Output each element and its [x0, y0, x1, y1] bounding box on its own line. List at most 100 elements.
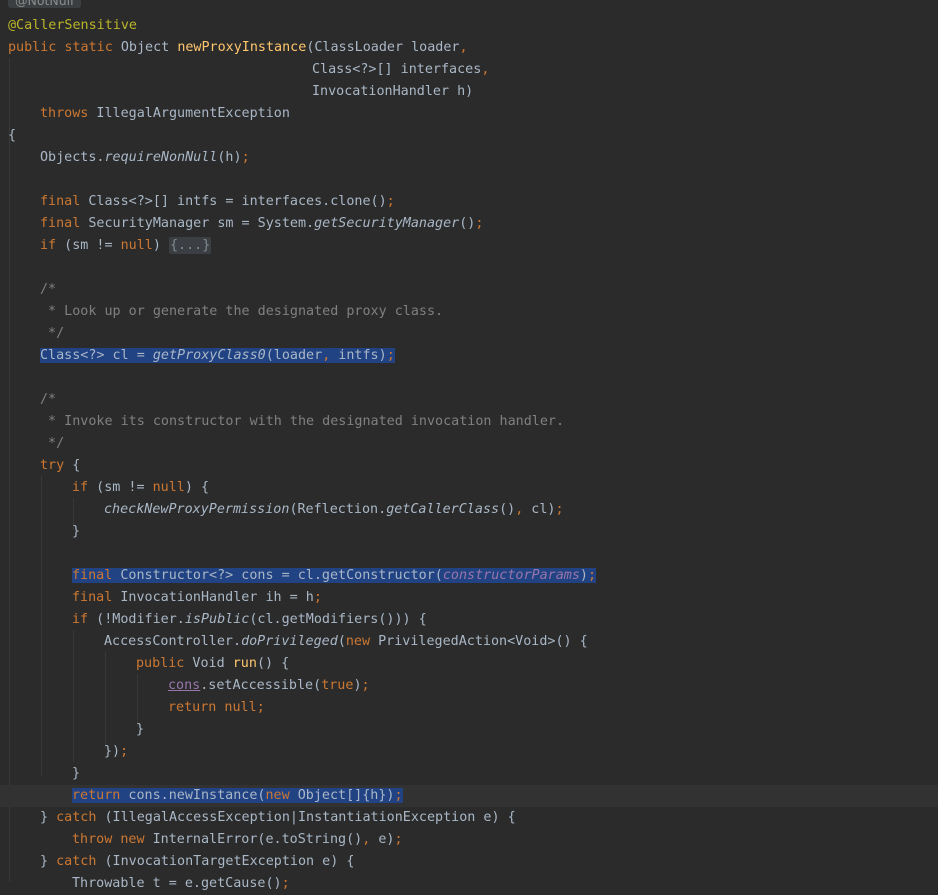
code-token: ) [353, 678, 362, 693]
static-method: checkNewProxyPermission [104, 502, 290, 517]
code-token: (sm != [88, 480, 153, 495]
code-line-13[interactable]: */ [0, 323, 938, 345]
code-line-21[interactable]: } [0, 521, 938, 543]
code-token: cons.newInstance( [120, 788, 266, 803]
code-token: }) [104, 744, 121, 759]
code-token: (ClassLoader loader [306, 40, 460, 55]
code-token: (InvocationTargetException e) { [96, 854, 355, 869]
code-line-15[interactable]: /* [0, 389, 938, 411]
code-token: (IllegalAccessException|InstantiationExc… [96, 810, 516, 825]
keyword: catch [56, 810, 97, 825]
code-line-12[interactable]: * Look up or generate the designated pro… [0, 301, 938, 323]
code-line-1[interactable]: @CallerSensitive [0, 15, 938, 37]
code-line-6[interactable]: { [0, 125, 938, 147]
semicolon: ; [313, 590, 322, 605]
code-line-19[interactable]: if (sm != null) { [0, 477, 938, 499]
code-line-17[interactable]: */ [0, 433, 938, 455]
code-line-20[interactable]: checkNewProxyPermission(Reflection.getCa… [0, 499, 938, 521]
code-token: InvocationHandler h) [312, 84, 474, 99]
keyword: throws [40, 106, 89, 121]
code-line-4[interactable]: InvocationHandler h) [0, 81, 938, 103]
annotation: @CallerSensitive [8, 18, 137, 33]
code-line-7[interactable]: Objects.requireNonNull(h); [0, 147, 938, 169]
code-line-3[interactable]: Class<?>[] interfaces, [0, 59, 938, 81]
code-line-14[interactable]: Class<?> cl = getProxyClass0(loader, int… [0, 345, 938, 367]
comment: /* [40, 392, 57, 407]
keyword: return null [168, 700, 257, 715]
keyword: final [40, 194, 81, 209]
code-token: Object[]{h}) [289, 788, 395, 803]
code-line-11[interactable]: /* [0, 279, 938, 301]
code-line-35[interactable]: } catch (InvocationTargetException e) { [0, 851, 938, 873]
code-line-29[interactable]: } [0, 719, 938, 741]
code-token: } [72, 766, 81, 781]
semicolon: ; [386, 194, 395, 209]
keyword: new [265, 788, 290, 803]
keyword: final [72, 568, 113, 583]
static-method: doPrivileged [241, 634, 338, 649]
code-token: Class<?>[] intfs = interfaces.clone() [80, 194, 387, 209]
code-token: () { [256, 656, 290, 671]
code-token: Void [184, 656, 233, 671]
code-line-30[interactable]: }); [0, 741, 938, 763]
code-editor[interactable]: @NotNull @CallerSensitive public static … [0, 0, 938, 891]
method-name: run [232, 656, 257, 671]
method-name: newProxyInstance [177, 40, 307, 55]
code-line-33[interactable]: } catch (IllegalAccessException|Instanti… [0, 807, 938, 829]
code-token: ) [579, 568, 588, 583]
code-token: InternalError(e.toString() [144, 832, 363, 847]
code-line-36[interactable]: Throwable t = e.getCause(); [0, 873, 938, 895]
code-line-23[interactable]: final InvocationHandler ih = h; [0, 587, 938, 609]
code-token: IllegalArgumentException [88, 106, 290, 121]
code-line-27[interactable]: cons.setAccessible(true); [0, 675, 938, 697]
code-line-22[interactable]: final Constructor<?> cons = cl.getConstr… [0, 565, 938, 587]
code-token: SecurityManager sm = System. [80, 216, 315, 231]
code-line-31[interactable]: } [0, 763, 938, 785]
keyword: null [120, 238, 153, 253]
comment: /* [40, 282, 57, 297]
comment: * Invoke its constructor with the design… [40, 414, 565, 429]
keyword: public [136, 656, 185, 671]
semicolon: ; [394, 788, 403, 803]
code-line-5[interactable]: throws IllegalArgumentException [0, 103, 938, 125]
field-name: constructorParams [442, 568, 580, 583]
code-token: () [499, 502, 516, 517]
code-token: ) [152, 238, 169, 253]
code-token: Objects. [40, 150, 105, 165]
code-token: } [40, 854, 57, 869]
code-token: (cl.getModifiers())) { [249, 612, 427, 627]
code-token: { [8, 128, 17, 143]
code-token: Constructor<?> cons = cl.getConstructor( [112, 568, 443, 583]
code-line-18[interactable]: try { [0, 455, 938, 477]
code-line-24[interactable]: if (!Modifier.isPublic(cl.getModifiers()… [0, 609, 938, 631]
folded-block[interactable]: {...} [169, 237, 212, 254]
semicolon: ; [555, 502, 564, 517]
code-token: e) [370, 832, 395, 847]
code-token: .setAccessible( [200, 678, 322, 693]
code-line-16[interactable]: * Invoke its constructor with the design… [0, 411, 938, 433]
code-token: Class<?> cl = [40, 348, 153, 363]
comma: , [459, 40, 468, 55]
code-line-28[interactable]: return null; [0, 697, 938, 719]
code-token: (loader [265, 348, 323, 363]
keyword: if [72, 480, 89, 495]
code-line-32-current[interactable]: return cons.newInstance(new Object[]{h})… [0, 785, 938, 807]
code-line-26[interactable]: public Void run() { [0, 653, 938, 675]
code-line-8[interactable]: final Class<?>[] intfs = interfaces.clon… [0, 191, 938, 213]
semicolon: ; [587, 568, 597, 583]
semicolon: ; [241, 150, 250, 165]
keyword: if [40, 238, 57, 253]
static-method: isPublic [184, 612, 250, 627]
code-line-34[interactable]: throw new InternalError(e.toString(), e)… [0, 829, 938, 851]
static-method: getSecurityManager [314, 216, 460, 231]
code-line-10[interactable]: if (sm != null) {...} [0, 235, 938, 257]
static-method: getCallerClass [386, 502, 500, 517]
code-line-25[interactable]: AccessController.doPrivileged(new Privil… [0, 631, 938, 653]
keyword: new [345, 634, 371, 649]
code-token: (!Modifier. [88, 612, 185, 627]
code-line-9[interactable]: final SecurityManager sm = System.getSec… [0, 213, 938, 235]
code-token: (Reflection. [289, 502, 387, 517]
code-token: Class<?>[] interfaces [312, 62, 482, 77]
code-line-2[interactable]: public static Object newProxyInstance(Cl… [0, 37, 938, 59]
selected-text: return cons.newInstance(new Object[]{h})… [72, 788, 403, 803]
